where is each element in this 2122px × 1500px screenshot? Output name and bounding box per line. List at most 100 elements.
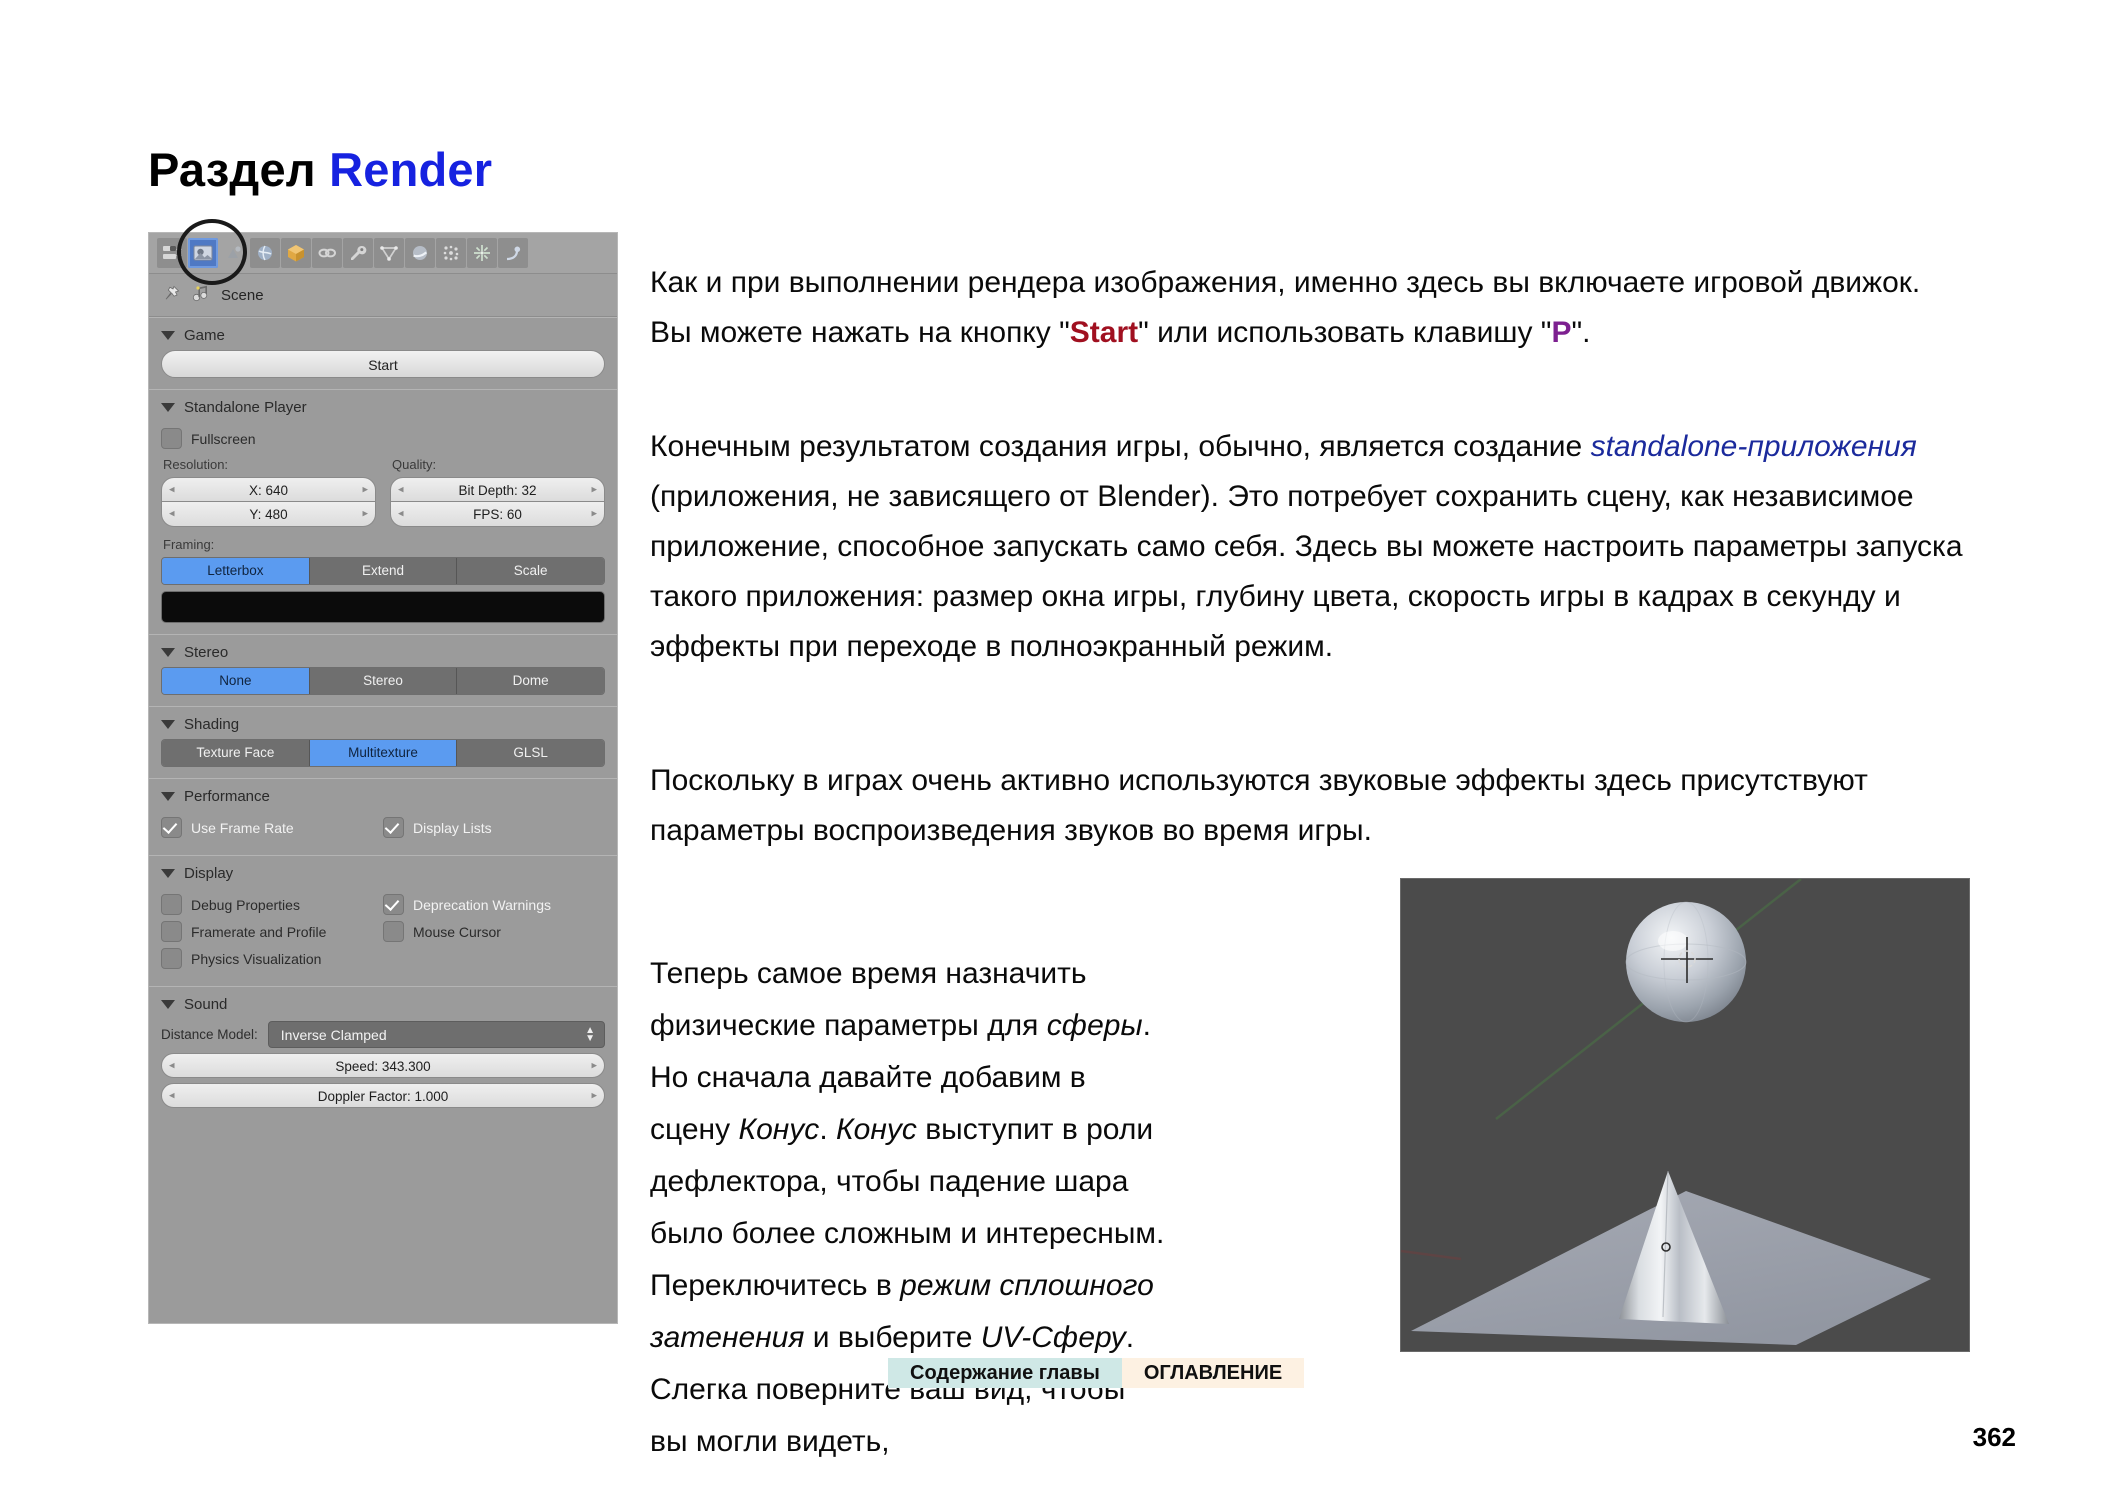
stereo-option-dome[interactable]: Dome: [457, 668, 604, 694]
debug-properties-group[interactable]: Debug Properties: [161, 894, 383, 915]
section-sound-title: Sound: [184, 996, 228, 1013]
physics-visualization-checkbox[interactable]: [161, 948, 182, 969]
physics-visualization-label: Physics Visualization: [191, 950, 322, 967]
quality-label: Quality:: [392, 457, 437, 472]
decrement-arrow-icon[interactable]: ◂: [169, 1053, 175, 1078]
framing-option-scale[interactable]: Scale: [457, 558, 604, 584]
bit-depth-field[interactable]: ◂ Bit Depth: 32 ▸: [390, 477, 605, 502]
framing-option-letterbox[interactable]: Letterbox: [162, 558, 310, 584]
chevron-down-icon: [161, 792, 175, 801]
shading-option-texture-face[interactable]: Texture Face: [162, 740, 310, 766]
decrement-arrow-icon[interactable]: ◂: [169, 1083, 175, 1108]
doppler-factor-field[interactable]: ◂ Doppler Factor: 1.000 ▸: [161, 1083, 605, 1108]
framing-toggle-group[interactable]: Letterbox Extend Scale: [161, 557, 605, 585]
world-icon[interactable]: [250, 238, 280, 268]
data-icon[interactable]: [374, 238, 404, 268]
resolution-y-field[interactable]: ◂ Y: 480 ▸: [161, 502, 376, 527]
increment-arrow-icon[interactable]: ▸: [362, 477, 368, 502]
table-of-contents-button[interactable]: ОГЛАВЛЕНИЕ: [1121, 1358, 1305, 1388]
display-lists-group[interactable]: Display Lists: [383, 817, 605, 838]
section-performance-header[interactable]: Performance: [149, 779, 617, 811]
mouse-cursor-checkbox[interactable]: [383, 921, 404, 942]
p1-part-b: " или использовать клавишу ": [1138, 316, 1552, 349]
p4-emphasis-sphere: сферы: [1046, 1009, 1143, 1042]
texture-icon[interactable]: [436, 238, 466, 268]
material-icon[interactable]: [405, 238, 435, 268]
stereo-option-stereo[interactable]: Stereo: [309, 668, 458, 694]
scene-name-label[interactable]: Scene: [221, 287, 264, 304]
section-stereo-header[interactable]: Stereo: [149, 635, 617, 667]
chapter-contents-button[interactable]: Содержание главы: [888, 1358, 1122, 1388]
framerate-profile-group[interactable]: Framerate and Profile: [161, 921, 383, 942]
increment-arrow-icon[interactable]: ▸: [591, 477, 597, 502]
framing-color-swatch[interactable]: [161, 591, 605, 623]
particles-icon[interactable]: [467, 238, 497, 268]
section-standalone-player: Standalone Player Fullscreen Resolution:…: [149, 389, 617, 634]
chevron-down-icon: [161, 1000, 175, 1009]
increment-arrow-icon[interactable]: ▸: [591, 1053, 597, 1078]
physics-visualization-group[interactable]: Physics Visualization: [161, 948, 383, 969]
modifiers-icon[interactable]: [343, 238, 373, 268]
section-display-body: Debug Properties Deprecation Warnings Fr…: [149, 894, 617, 986]
fullscreen-checkbox[interactable]: [161, 428, 182, 449]
shading-toggle-group[interactable]: Texture Face Multitexture GLSL: [161, 739, 605, 767]
increment-arrow-icon[interactable]: ▸: [362, 502, 368, 527]
footer-navigation[interactable]: Содержание главы ОГЛАВЛЕНИЕ: [888, 1358, 1305, 1388]
resolution-y-value: Y: 480: [249, 507, 288, 522]
paragraph-4: Теперь самое время назначить физические …: [650, 948, 1170, 1468]
use-frame-rate-checkbox[interactable]: [161, 817, 182, 838]
stereo-option-none[interactable]: None: [162, 668, 310, 694]
increment-arrow-icon[interactable]: ▸: [591, 1083, 597, 1108]
render-icon[interactable]: [188, 238, 218, 268]
properties-tab-strip[interactable]: [157, 238, 529, 268]
mouse-cursor-group[interactable]: Mouse Cursor: [383, 921, 605, 942]
scene-icon[interactable]: [219, 238, 249, 268]
decrement-arrow-icon[interactable]: ◂: [169, 477, 175, 502]
fullscreen-checkbox-group[interactable]: Fullscreen: [161, 428, 605, 449]
decrement-arrow-icon[interactable]: ◂: [169, 502, 175, 527]
section-sound-header[interactable]: Sound: [149, 987, 617, 1019]
display-lists-checkbox[interactable]: [383, 817, 404, 838]
resolution-x-field[interactable]: ◂ X: 640 ▸: [161, 477, 376, 502]
p4-part-e: и выберите: [804, 1321, 981, 1354]
section-standalone-header[interactable]: Standalone Player: [149, 390, 617, 422]
section-game-header[interactable]: Game: [149, 318, 617, 350]
increment-arrow-icon[interactable]: ▸: [591, 502, 597, 527]
distance-model-dropdown[interactable]: Inverse Clamped ▲ ▼: [267, 1021, 605, 1048]
physics-icon[interactable]: [498, 238, 528, 268]
paragraph-3: Поскольку в играх очень активно использу…: [650, 764, 1868, 847]
stereo-toggle-group[interactable]: None Stereo Dome: [161, 667, 605, 695]
shading-option-multitexture[interactable]: Multitexture: [309, 740, 458, 766]
framing-option-extend[interactable]: Extend: [309, 558, 458, 584]
display-row-2: Framerate and Profile Mouse Cursor: [161, 921, 605, 942]
properties-tab-header[interactable]: [149, 219, 617, 285]
p1-keyword-p: P: [1551, 316, 1572, 349]
deprecation-warnings-checkbox[interactable]: [383, 894, 404, 915]
p4-part-a: Теперь самое время назначить физические …: [650, 957, 1087, 1042]
decrement-arrow-icon[interactable]: ◂: [398, 502, 404, 527]
use-frame-rate-group[interactable]: Use Frame Rate: [161, 817, 383, 838]
blender-properties-panel[interactable]: Scene Game Start Standalone Player Fulls…: [148, 219, 618, 1324]
fps-field[interactable]: ◂ FPS: 60 ▸: [390, 502, 605, 527]
object-icon[interactable]: [281, 238, 311, 268]
shading-option-glsl[interactable]: GLSL: [457, 740, 604, 766]
section-stereo-title: Stereo: [184, 644, 229, 661]
section-display-header[interactable]: Display: [149, 856, 617, 888]
decrement-arrow-icon[interactable]: ◂: [398, 477, 404, 502]
paragraph-2: Конечным результатом создания игры, обыч…: [650, 422, 1970, 672]
section-shading-header[interactable]: Shading: [149, 707, 617, 739]
debug-properties-checkbox[interactable]: [161, 894, 182, 915]
chevron-updown-icon[interactable]: ▲ ▼: [585, 1025, 595, 1043]
sound-speed-value: Speed: 343.300: [335, 1059, 431, 1074]
start-button[interactable]: Start: [161, 350, 605, 378]
fullscreen-row: Fullscreen: [161, 428, 605, 449]
datablock-row[interactable]: Scene: [149, 274, 617, 317]
section-sound-body: Distance Model: Inverse Clamped ▲ ▼ ◂ Spe…: [149, 1021, 617, 1119]
render-slots-icon[interactable]: [157, 238, 187, 268]
constraints-icon[interactable]: [312, 238, 342, 268]
deprecation-warnings-group[interactable]: Deprecation Warnings: [383, 894, 605, 915]
framerate-and-profile-checkbox[interactable]: [161, 921, 182, 942]
section-standalone-body: Fullscreen Resolution: ◂ X: 640 ▸ ◂ Y: 4…: [149, 428, 617, 634]
pin-icon[interactable]: [161, 284, 181, 307]
sound-speed-field[interactable]: ◂ Speed: 343.300 ▸: [161, 1053, 605, 1078]
